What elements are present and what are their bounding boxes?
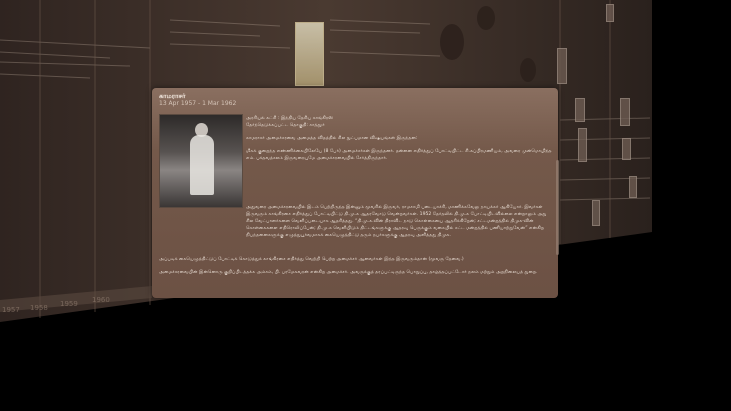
event-photo xyxy=(159,114,243,208)
timeline-year-label: 1960 xyxy=(92,296,110,304)
wall-thumbnail[interactable] xyxy=(578,128,587,162)
popup-paragraph: காமராசர் அமைச்சரவை அமைத்த விதத்தில் சில … xyxy=(246,136,418,141)
popup-paragraph: அதுவரை அமைச்சரவையில் இடம் பெற்றிருந்த இன… xyxy=(246,205,547,238)
popup-body-middle: அதுவரை அமைச்சரவையில் இடம் பெற்றிருந்த இன… xyxy=(246,204,552,245)
timeline-year-label: 1957 xyxy=(2,306,20,314)
popup-dates: 13 Apr 1957 - 1 Mar 1962 xyxy=(159,100,237,107)
party-line: அரசியல் கட்சி : இந்திய தேசிய காங்கிரஸ் xyxy=(246,116,334,121)
wall-thumbnail[interactable] xyxy=(592,200,600,226)
popup-paragraph: அப்படிக் கையெழுத்திட்டுப் போட்டிக் கொடுத… xyxy=(159,257,464,262)
wall-thumbnail[interactable] xyxy=(606,4,614,22)
wall-thumbnail[interactable] xyxy=(629,176,637,198)
popup-body-top: அரசியல் கட்சி : இந்திய தேசிய காங்கிரஸ் த… xyxy=(246,115,552,168)
popup-scrollbar[interactable] xyxy=(556,160,559,255)
popup-paragraph: மிகக் குறைந்த எண்ணிக்கையிலேயே (8 பேர்) அ… xyxy=(246,149,552,161)
wall-thumbnail[interactable] xyxy=(620,98,630,126)
popup-body-bottom: அப்படிக் கையெழுத்திட்டுப் போட்டிக் கொடுத… xyxy=(159,256,551,282)
timeline-year-label: 1959 xyxy=(60,300,78,308)
timeline-year-label: 1958 xyxy=(30,304,48,312)
popup-paragraph: அமைச்சரவையின் இன்னொரு குறிப்பிடத்தக்க அம… xyxy=(159,270,538,275)
wall-thumbnail[interactable] xyxy=(557,48,567,84)
event-detail-popup[interactable]: காமராசர் 13 Apr 1957 - 1 Mar 1962 அரசியல… xyxy=(152,88,558,298)
wall-thumbnail[interactable] xyxy=(622,138,631,160)
constituency-line: தேர்ந்தெடுக்கப்பட்ட தொகுதி: சாத்தூர் xyxy=(246,123,325,128)
wall-thumbnail[interactable] xyxy=(575,98,585,122)
portrait-thumbnail[interactable] xyxy=(295,22,324,86)
photo-figure-body xyxy=(190,135,214,195)
